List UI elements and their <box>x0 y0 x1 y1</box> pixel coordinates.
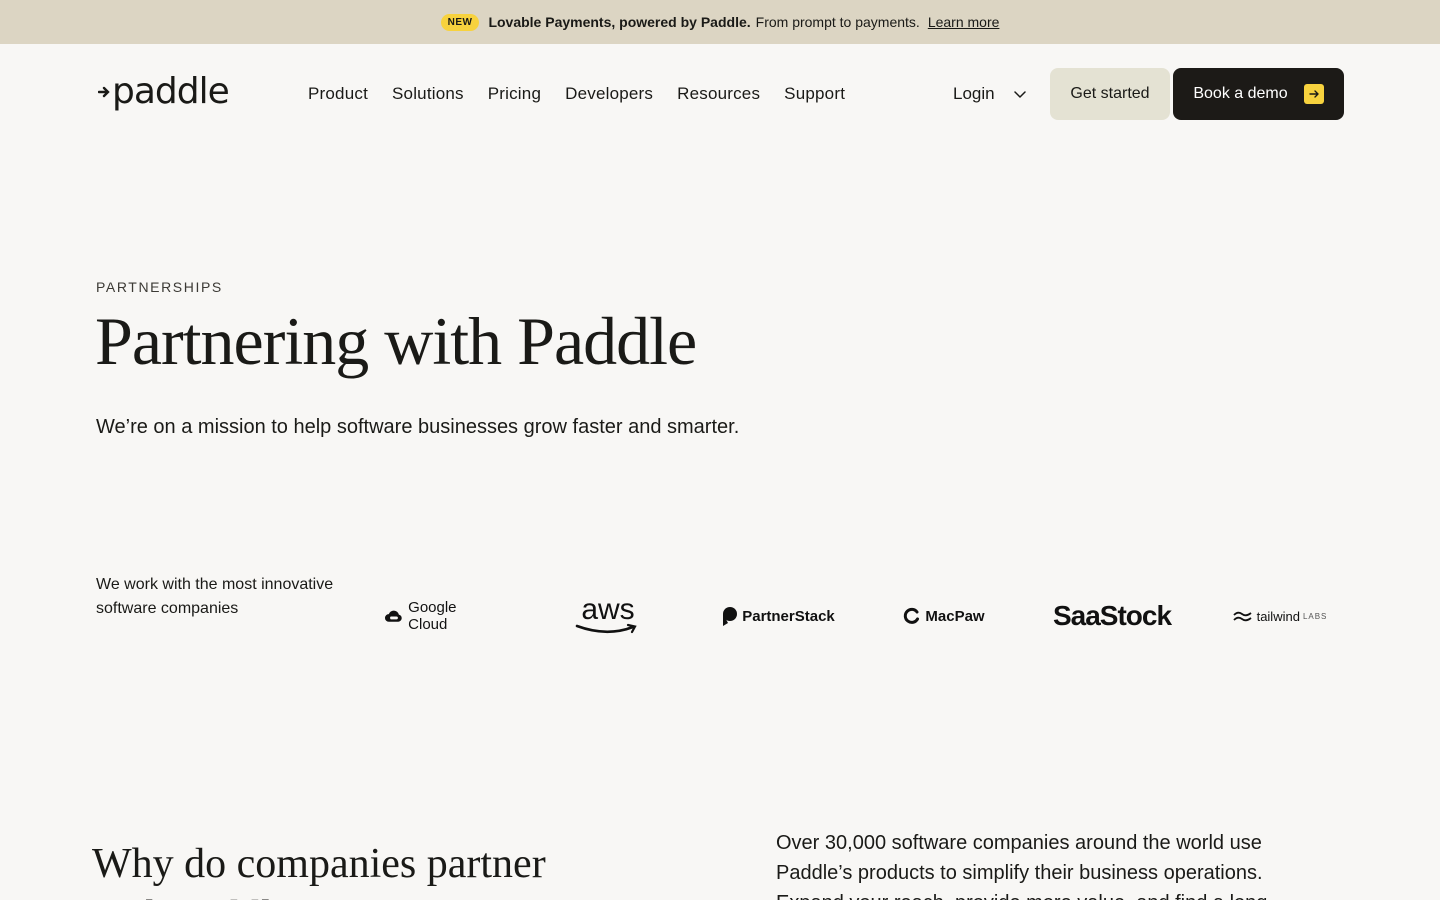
hero-title: Partnering with Paddle <box>95 303 697 379</box>
aws-text: aws <box>581 593 635 626</box>
login-dropdown[interactable]: Login <box>953 84 1027 104</box>
aws-logo: aws <box>572 593 644 636</box>
paddle-logo[interactable]: paddle <box>98 71 230 112</box>
cloud-icon <box>384 610 402 622</box>
book-demo-button[interactable]: Book a demo <box>1173 68 1344 120</box>
announcement-bar: NEW Lovable Payments, powered by Paddle.… <box>0 0 1440 44</box>
nav-pricing[interactable]: Pricing <box>476 80 553 108</box>
google-cloud-text: Google Cloud <box>408 599 457 633</box>
google-cloud-logo: Google Cloud <box>384 596 496 636</box>
nav-support[interactable]: Support <box>772 80 857 108</box>
partnerstack-text: PartnerStack <box>742 607 835 625</box>
learn-more-link[interactable]: Learn more <box>928 14 1000 30</box>
why-title: Why do companies partner with Paddle? <box>92 841 546 900</box>
book-demo-label: Book a demo <box>1193 85 1288 102</box>
announcement-headline: Lovable Payments, powered by Paddle. <box>488 14 751 30</box>
tailwind-labs-suffix: LABS <box>1302 611 1328 621</box>
hero-subtitle: We’re on a mission to help software busi… <box>96 416 740 438</box>
macpaw-logo: MacPaw <box>900 596 988 636</box>
new-badge: NEW <box>440 13 480 31</box>
main-nav: Product Solutions Pricing Developers Res… <box>296 80 857 108</box>
tailwind-wave-icon <box>1232 611 1252 622</box>
smile-arrow-icon <box>575 623 637 634</box>
tailwind-text: tailwind <box>1256 608 1300 624</box>
partners-label: We work with the most innovative softwar… <box>96 576 334 617</box>
nav-product[interactable]: Product <box>296 80 380 108</box>
hero-eyebrow: PARTNERSHIPS <box>96 279 223 295</box>
partnerstack-logo: PartnerStack <box>717 596 837 636</box>
arrow-right-icon <box>1303 84 1324 104</box>
macpaw-mark-icon <box>904 607 920 624</box>
saastock-text: SaaStock <box>1052 600 1172 631</box>
get-started-button[interactable]: Get started <box>1050 68 1170 120</box>
paddle-logo-mark-icon <box>98 86 110 98</box>
macpaw-text: MacPaw <box>925 607 985 625</box>
nav-resources[interactable]: Resources <box>665 80 772 108</box>
saastock-logo: SaaStock <box>1048 596 1176 636</box>
tailwind-labs-logo: tailwind LABS <box>1228 596 1332 636</box>
nav-solutions[interactable]: Solutions <box>380 80 476 108</box>
chevron-down-icon <box>1013 91 1026 98</box>
partnerstack-mark-icon <box>723 607 738 626</box>
announcement-text: From prompt to payments. <box>755 14 920 30</box>
why-body: Over 30,000 software companies around th… <box>776 832 1267 900</box>
login-label: Login <box>953 84 995 103</box>
logo-wordmark: paddle <box>112 71 230 112</box>
site-header: paddle Product Solutions Pricing Develop… <box>0 44 1440 144</box>
nav-developers[interactable]: Developers <box>553 80 665 108</box>
